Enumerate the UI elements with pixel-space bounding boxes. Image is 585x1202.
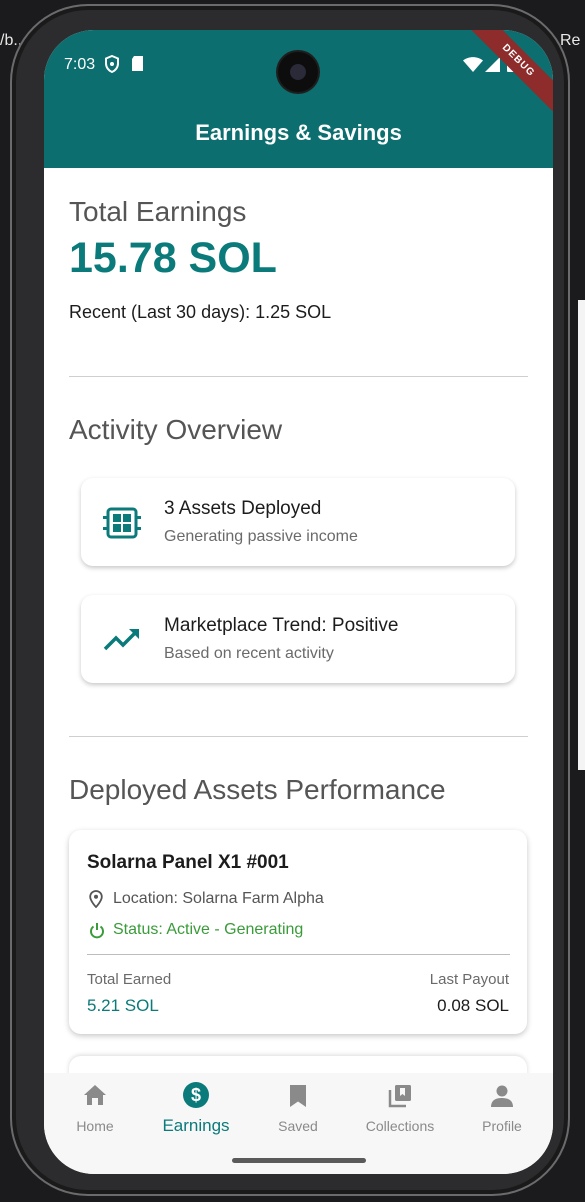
nav-collections[interactable]: Collections (349, 1073, 451, 1153)
sd-card-icon (131, 55, 144, 77)
section-divider (69, 376, 528, 377)
background-window-panel (578, 300, 585, 770)
collections-icon (388, 1085, 411, 1108)
activity-card-title: 3 Assets Deployed (164, 498, 322, 519)
asset-status: Status: Active - Generating (113, 921, 304, 938)
activity-card-assets[interactable]: 3 Assets Deployed Generating passive inc… (81, 478, 515, 566)
cell-signal-icon (485, 57, 500, 77)
performance-heading: Deployed Assets Performance (69, 774, 446, 805)
status-time: 7:03 (64, 56, 96, 73)
location-pin-icon (89, 890, 103, 913)
trending-up-icon (103, 621, 141, 659)
phone-frame: 7:03 DEBUG Earnings & Savings Total Earn… (10, 4, 570, 1196)
nav-home[interactable]: Home (44, 1073, 146, 1153)
section-divider (69, 736, 528, 737)
page-title: Earnings & Savings (195, 120, 402, 145)
home-icon (84, 1085, 106, 1105)
bookmark-icon (290, 1085, 306, 1107)
total-earned-label: Total Earned (87, 971, 172, 988)
front-camera (278, 52, 318, 92)
phone-screen: 7:03 DEBUG Earnings & Savings Total Earn… (44, 30, 553, 1174)
app-bar: 7:03 DEBUG Earnings & Savings (44, 30, 553, 168)
nav-label: Profile (482, 1118, 522, 1134)
person-icon (491, 1085, 513, 1107)
total-earned-value: 5.21 SOL (87, 996, 159, 1015)
nav-profile[interactable]: Profile (451, 1073, 553, 1153)
nav-label: Saved (278, 1118, 318, 1134)
nav-label: Home (76, 1118, 114, 1134)
dollar-circle-icon: $ (183, 1082, 209, 1108)
nav-earnings[interactable]: $ Earnings (145, 1073, 247, 1153)
power-icon (89, 922, 105, 944)
activity-card-subtitle: Based on recent activity (164, 645, 334, 662)
total-earnings-heading: Total Earnings (69, 196, 247, 227)
asset-divider (87, 954, 510, 955)
asset-card[interactable]: Solarna Panel X1 #001 Location: Solarna … (69, 830, 527, 1034)
nav-label: Earnings (162, 1116, 230, 1135)
earnings-content[interactable]: Total Earnings 15.78 SOL Recent (Last 30… (44, 168, 553, 1073)
total-earnings-amount: 15.78 SOL (69, 234, 277, 282)
wifi-icon (463, 57, 483, 77)
last-payout-label: Last Payout (429, 971, 509, 988)
activity-card-title: Marketplace Trend: Positive (164, 615, 399, 636)
asset-name: Solarna Panel X1 #001 (87, 852, 289, 873)
activity-overview-heading: Activity Overview (69, 414, 283, 445)
shield-icon (104, 54, 120, 78)
asset-location: Location: Solarna Farm Alpha (113, 890, 324, 907)
activity-card-subtitle: Generating passive income (164, 528, 358, 545)
last-payout-value: 0.08 SOL (437, 996, 509, 1015)
home-indicator[interactable] (232, 1158, 366, 1163)
svg-text:$: $ (191, 1085, 201, 1105)
nav-label: Collections (365, 1118, 435, 1134)
asset-card[interactable] (69, 1056, 527, 1073)
chip-icon (103, 504, 141, 542)
recent-earnings: Recent (Last 30 days): 1.25 SOL (69, 302, 332, 322)
nav-saved[interactable]: Saved (247, 1073, 349, 1153)
background-window-text-right: Re (560, 32, 581, 49)
activity-card-trend[interactable]: Marketplace Trend: Positive Based on rec… (81, 595, 515, 683)
